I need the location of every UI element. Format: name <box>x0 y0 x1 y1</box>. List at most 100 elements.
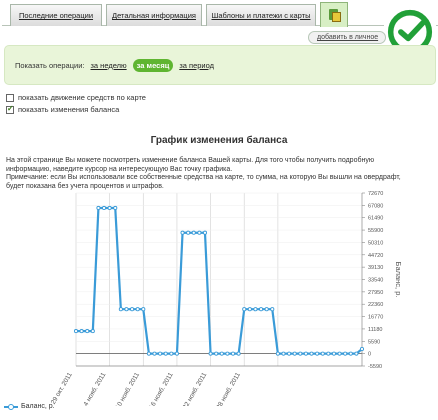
balance-data-point <box>107 205 112 211</box>
add-to-favorites-label: добавить в личное <box>317 34 379 41</box>
show-balance-label: показать изменения баланса <box>18 105 120 114</box>
balance-data-point <box>270 307 275 312</box>
balance-data-point <box>214 351 219 356</box>
balance-data-point <box>281 351 286 356</box>
balance-data-point <box>197 230 202 235</box>
balance-data-point <box>101 205 107 211</box>
balance-data-point <box>113 205 118 211</box>
balance-data-point <box>152 351 157 356</box>
balance-data-point <box>236 351 241 356</box>
balance-data-point <box>141 307 146 312</box>
period-selector: Показать операции: за неделю за месяц за… <box>4 45 436 85</box>
y-tick-label: 72670 <box>368 191 383 197</box>
tab-label: Детальная информация <box>112 11 196 20</box>
balance-data-point <box>73 329 79 334</box>
y-axis-label: Баланс, р. <box>394 262 403 298</box>
balance-chart[interactable]: -5590 0 5590 11180 16770 22360 27950 33540 39130… <box>0 188 438 406</box>
balance-data-point <box>343 351 348 356</box>
y-tick-label: 16770 <box>368 315 383 321</box>
tab-bar: Последние операции Детальная информация … <box>2 2 438 27</box>
y-tick-label: 0 <box>368 352 371 358</box>
balance-data-point <box>163 351 168 356</box>
y-tick-label: 67080 <box>368 203 383 209</box>
balance-data-point <box>225 351 230 356</box>
balance-data-point <box>79 329 84 334</box>
balance-data-point <box>247 307 252 312</box>
legend-line-icon <box>4 403 18 410</box>
description-line: информацию, наведите курсор на интересую… <box>6 165 233 173</box>
tab-recent-operations[interactable]: Последние операции <box>10 4 102 26</box>
chart-description: На этой странице Вы можете посмотреть из… <box>6 157 426 191</box>
x-tick-label: 22 нояб. 2011 <box>181 371 209 406</box>
balance-data-point <box>264 307 269 312</box>
tab-label: Последние операции <box>18 11 94 20</box>
y-tick-label: 22360 <box>368 302 383 308</box>
balance-data-point <box>326 351 331 356</box>
y-tick-label: 55900 <box>368 228 383 234</box>
balance-data-point <box>337 351 342 356</box>
balance-data-point <box>146 351 151 356</box>
balance-data-point <box>259 307 264 312</box>
balance-data-point <box>186 230 191 235</box>
period-label: Показать операции: <box>15 60 85 70</box>
balance-data-point <box>208 351 213 356</box>
chart-title: График изменения баланса <box>150 135 288 146</box>
tab-templates-payments[interactable]: Шаблоны и платежи с карты <box>206 4 316 26</box>
balance-data-point <box>331 351 337 356</box>
y-tick-label: -5590 <box>368 364 382 370</box>
y-tick-label: 61490 <box>368 216 383 222</box>
show-movement-checkbox[interactable] <box>6 93 14 102</box>
x-tick-label: 28 нояб. 2011 <box>215 371 243 406</box>
balance-data-point <box>354 351 359 356</box>
show-balance-checkbox[interactable] <box>6 104 14 114</box>
balance-data-point <box>253 307 258 312</box>
balance-data-point <box>85 329 90 334</box>
y-tick-label: 33540 <box>368 278 383 284</box>
balance-data-point <box>219 351 224 356</box>
balance-data-point <box>191 230 196 235</box>
add-to-favorites-button[interactable]: добавить в личное <box>308 31 386 44</box>
balance-data-point <box>348 351 353 356</box>
balance-data-point <box>90 329 95 334</box>
y-tick-label: 27950 <box>368 290 383 296</box>
balance-data-point <box>124 307 129 312</box>
balance-data-point <box>242 307 247 312</box>
balance-data-point <box>135 307 140 312</box>
balance-data-point <box>320 351 325 356</box>
description-line: На этой странице Вы можете посмотреть из… <box>6 157 375 164</box>
balance-data-point <box>359 346 365 352</box>
balance-data-point <box>180 230 185 235</box>
period-month-button[interactable]: за месяц <box>132 58 174 72</box>
balance-data-point <box>275 351 280 356</box>
balance-data-point <box>174 351 179 356</box>
legend-label: Баланс, р. <box>21 403 55 410</box>
chart-tab-icon <box>327 8 341 22</box>
show-balance-option[interactable]: показать изменения баланса <box>6 104 120 114</box>
period-week-link[interactable]: за неделю <box>90 61 126 70</box>
y-tick-label: 50310 <box>368 240 383 246</box>
balance-data-point <box>292 351 297 356</box>
x-tick-label: 4 нояб. 2011 <box>82 371 108 406</box>
balance-data-point <box>158 351 163 356</box>
balance-chart-svg[interactable]: -5590 0 5590 11180 16770 22360 27950 33540 39130… <box>0 188 438 406</box>
tab-label: Шаблоны и платежи с карты <box>211 11 311 20</box>
balance-data-point <box>287 351 292 356</box>
tab-balance-chart[interactable] <box>320 2 348 27</box>
balance-data-point <box>202 230 208 235</box>
show-movement-option[interactable]: показать движение средств по карте <box>6 93 146 102</box>
show-movement-label: показать движение средств по карте <box>18 93 146 102</box>
balance-data-point <box>96 205 101 211</box>
y-tick-label: 11180 <box>368 327 382 333</box>
balance-data-point <box>298 351 303 356</box>
y-tick-label: 5590 <box>368 339 380 345</box>
period-custom-link[interactable]: за период <box>179 61 214 70</box>
y-tick-label: 44720 <box>368 253 383 259</box>
balance-data-point <box>169 351 174 356</box>
y-tick-label: 39130 <box>368 265 383 271</box>
balance-data-point <box>230 351 236 356</box>
chart-legend[interactable]: Баланс, р. <box>4 403 55 410</box>
balance-data-point <box>303 351 308 356</box>
x-tick-label: 16 нояб. 2011 <box>147 371 175 406</box>
x-tick-label: 10 нояб. 2011 <box>114 371 142 406</box>
tab-detailed-info[interactable]: Детальная информация <box>106 4 202 26</box>
